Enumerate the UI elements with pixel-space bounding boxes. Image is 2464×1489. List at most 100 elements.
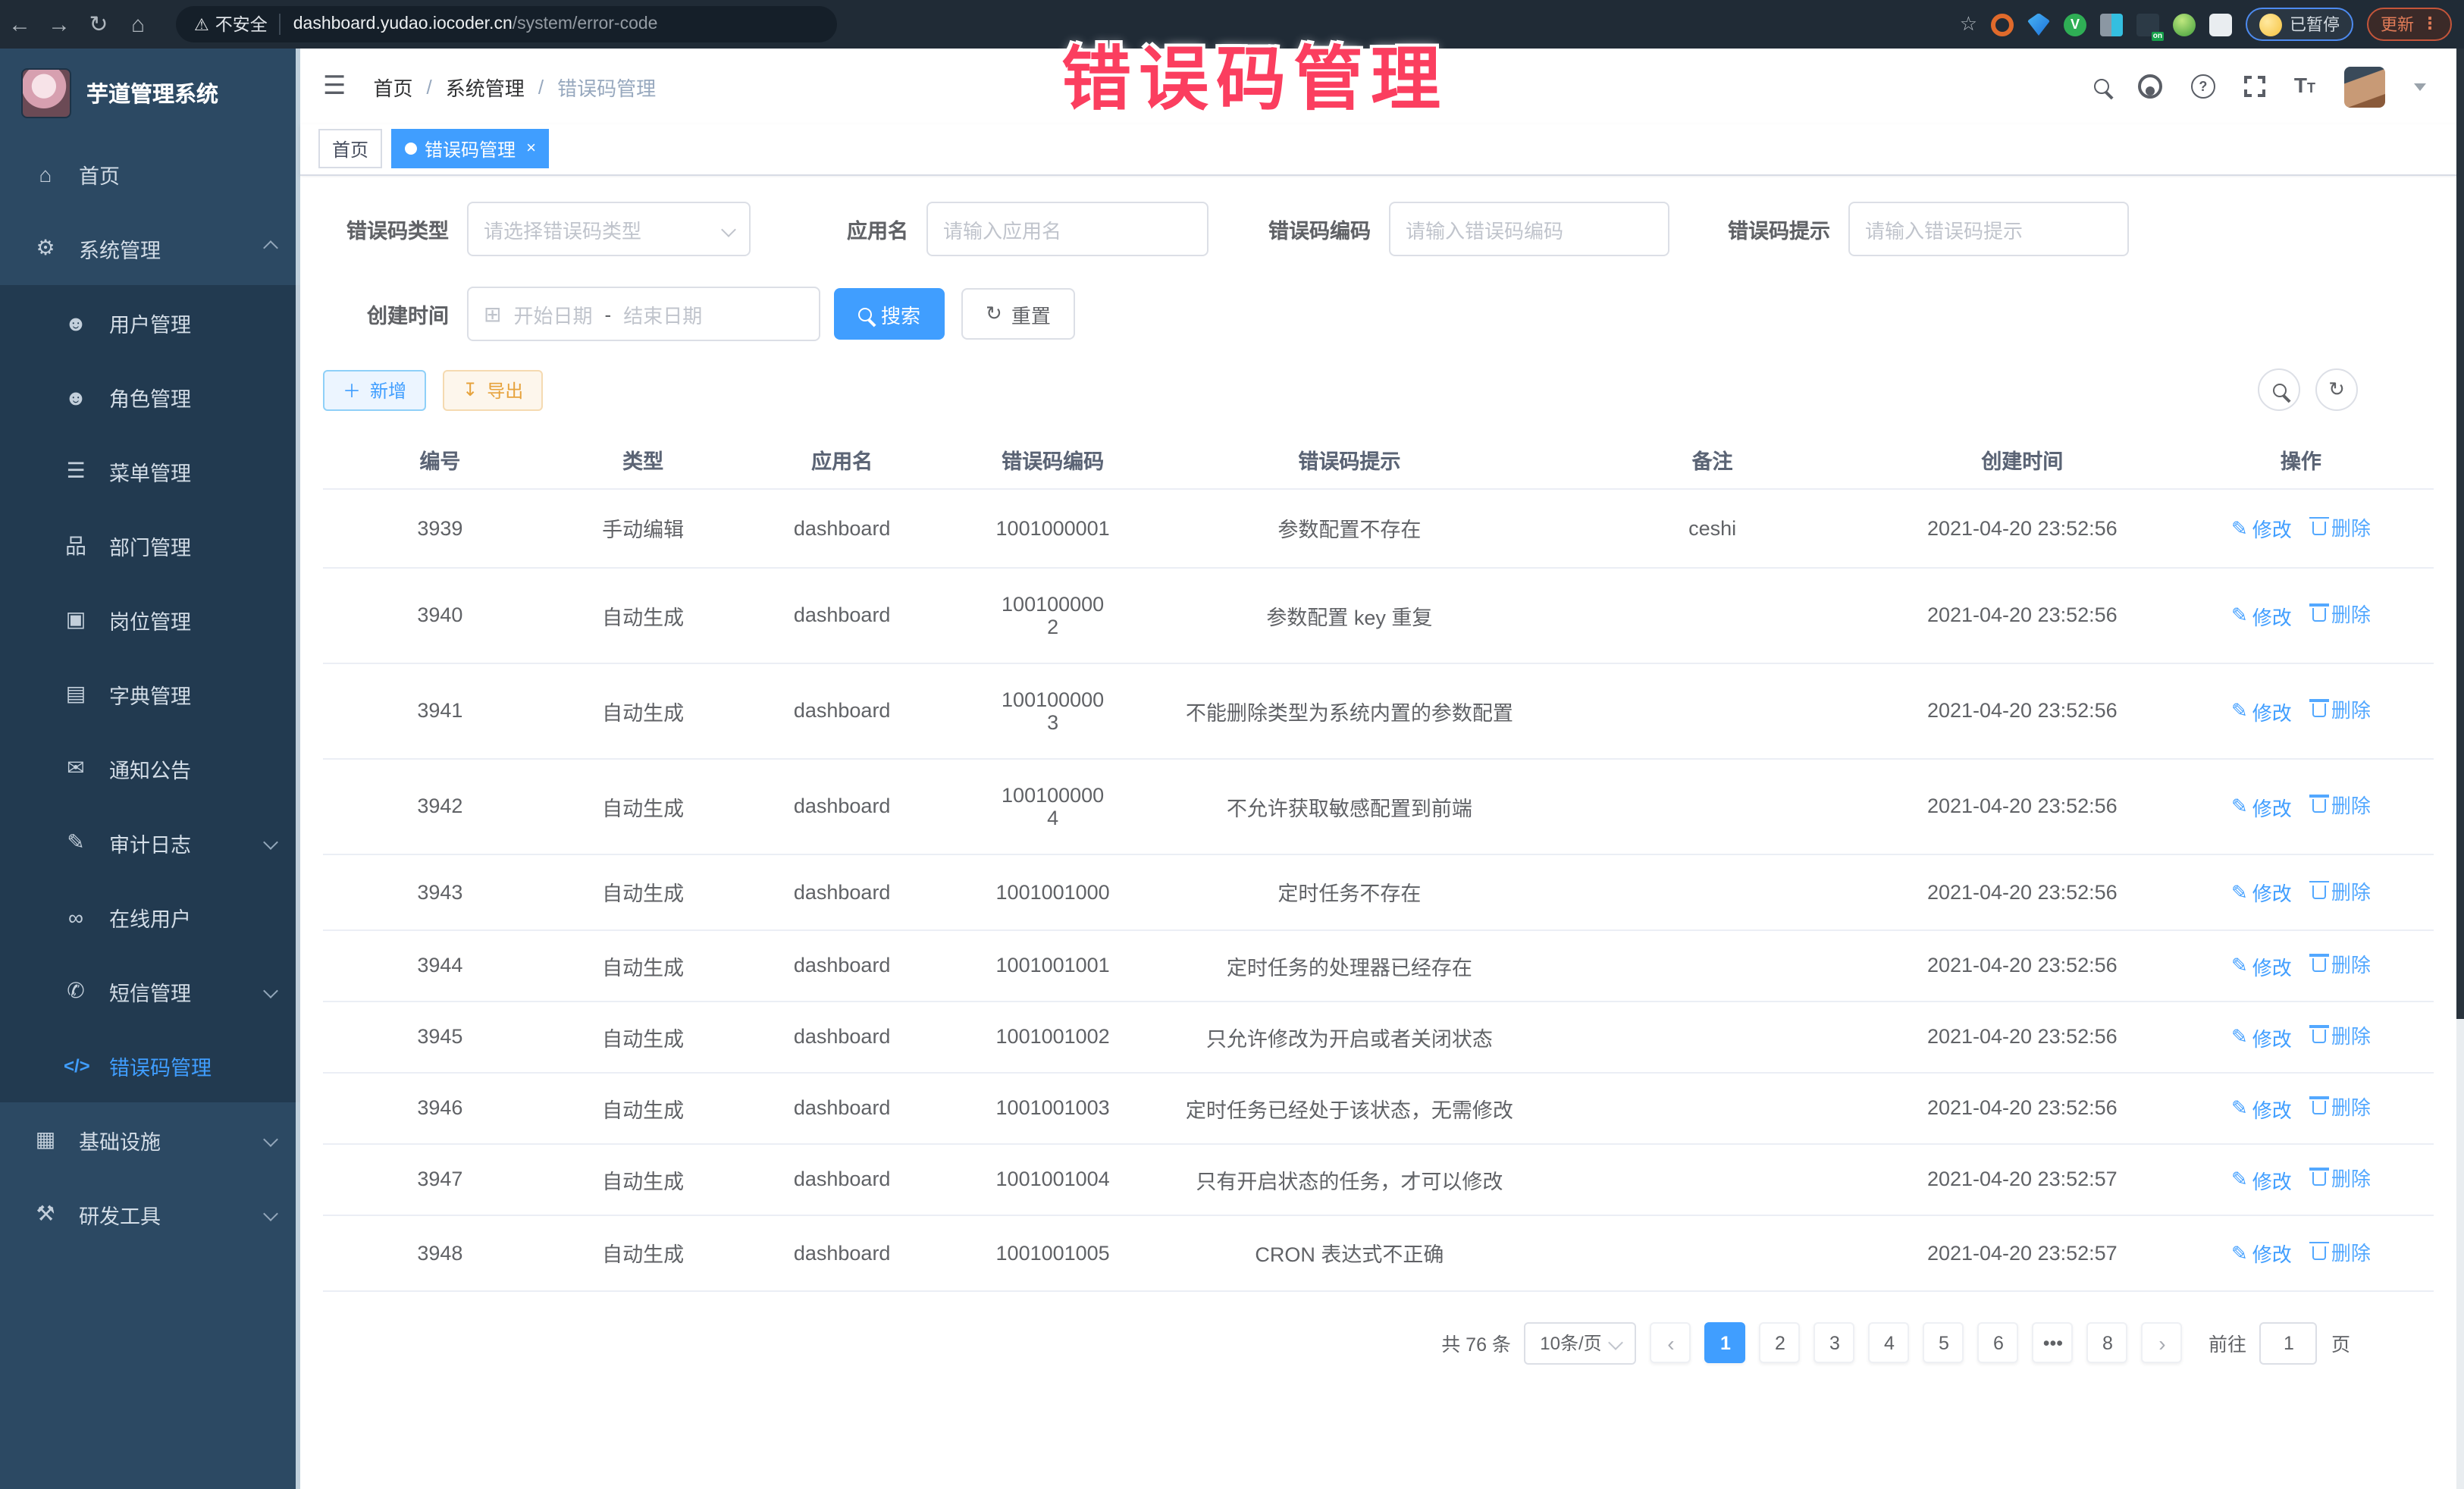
browser-menu-icon[interactable]: ⋮: [2422, 17, 2438, 32]
trash-icon: [2313, 1102, 2327, 1115]
next-page-button[interactable]: ›: [2142, 1322, 2183, 1363]
search-icon: [858, 307, 872, 321]
error-code-type-select[interactable]: 请选择错误码类型: [467, 202, 751, 256]
extension-icon[interactable]: [1991, 13, 2014, 36]
refresh-table-button[interactable]: ↻: [2315, 368, 2358, 411]
create-time-range-picker[interactable]: ⊞ 开始日期 - 结束日期: [467, 287, 820, 341]
fullscreen-icon[interactable]: [2244, 76, 2265, 97]
delete-link[interactable]: 删除: [2313, 876, 2371, 905]
app-name-input[interactable]: 请输入应用名: [926, 202, 1208, 256]
edit-link[interactable]: ✎修改: [2231, 952, 2292, 981]
reset-button[interactable]: ↻ 重置: [961, 288, 1075, 340]
sidebar-item-label: 岗位管理: [109, 604, 191, 635]
help-icon[interactable]: ?: [2191, 74, 2215, 99]
delete-link[interactable]: 删除: [2313, 1092, 2371, 1121]
sidebar-item-部门管理[interactable]: 品部门管理: [0, 508, 300, 582]
extension-icon[interactable]: V: [2064, 13, 2086, 36]
edit-link[interactable]: ✎修改: [2231, 697, 2292, 726]
error-code-input[interactable]: 请输入错误码编码: [1389, 202, 1669, 256]
edit-link[interactable]: ✎修改: [2231, 1095, 2292, 1124]
back-icon[interactable]: ←: [0, 11, 39, 37]
page-button-6[interactable]: 6: [1978, 1322, 2019, 1363]
error-message-input[interactable]: 请输入错误码提示: [1848, 202, 2129, 256]
sidebar-item-研发工具[interactable]: ⚒研发工具: [0, 1177, 300, 1251]
delete-link[interactable]: 删除: [2313, 1021, 2371, 1050]
sidebar-logo[interactable]: 芋道管理系统: [0, 49, 300, 136]
window-scrollbar[interactable]: [2456, 49, 2464, 1489]
page-button-1[interactable]: 1: [1705, 1322, 1746, 1363]
table-row: 3947自动生成dashboard1001001004只有开启状态的任务，才可以…: [323, 1143, 2434, 1215]
edit-link[interactable]: ✎修改: [2231, 602, 2292, 631]
delete-link[interactable]: 删除: [2313, 791, 2371, 820]
sidebar-item-岗位管理[interactable]: ▣岗位管理: [0, 582, 300, 657]
sidebar-item-审计日志[interactable]: ✎审计日志: [0, 805, 300, 879]
toggle-search-button[interactable]: [2258, 368, 2300, 411]
user-avatar[interactable]: [2344, 66, 2385, 107]
profile-paused-pill[interactable]: 已暂停: [2246, 8, 2353, 41]
sidebar-item-首页[interactable]: ⌂首页: [0, 136, 300, 211]
page-button-3[interactable]: 3: [1814, 1322, 1855, 1363]
update-label: 更新: [2381, 12, 2414, 36]
page-button-5[interactable]: 5: [1923, 1322, 1964, 1363]
trash-icon: [2313, 886, 2327, 899]
breadcrumb-item[interactable]: 系统管理: [446, 72, 525, 101]
sidebar-item-用户管理[interactable]: ☻用户管理: [0, 285, 300, 359]
page-button-8[interactable]: 8: [2087, 1322, 2128, 1363]
sidebar-item-基础设施[interactable]: ▦基础设施: [0, 1102, 300, 1177]
reload-icon[interactable]: ↻: [79, 11, 118, 38]
sidebar-item-字典管理[interactable]: ▤字典管理: [0, 657, 300, 731]
github-icon[interactable]: [2138, 74, 2162, 99]
delete-link[interactable]: 删除: [2313, 513, 2371, 541]
edit-link[interactable]: ✎修改: [2231, 879, 2292, 908]
edit-link[interactable]: ✎修改: [2231, 793, 2292, 822]
tab-home[interactable]: 首页: [318, 129, 382, 168]
edit-link[interactable]: ✎修改: [2231, 1240, 2292, 1268]
extension-icon[interactable]: [2100, 13, 2123, 36]
page-button-2[interactable]: 2: [1760, 1322, 1801, 1363]
sidebar-collapse-icon[interactable]: ☰: [323, 71, 346, 102]
close-tab-icon[interactable]: ×: [526, 139, 536, 158]
extensions-puzzle-icon[interactable]: [2209, 13, 2232, 36]
sidebar-item-错误码管理[interactable]: </>错误码管理: [0, 1028, 300, 1102]
add-button[interactable]: ＋新增: [323, 369, 426, 410]
sidebar-item-短信管理[interactable]: ✆短信管理: [0, 954, 300, 1028]
table-row: 3948自动生成dashboard1001001005CRON 表达式不正确20…: [323, 1215, 2434, 1290]
tab-error-code[interactable]: 错误码管理 ×: [391, 129, 550, 168]
edit-link[interactable]: ✎修改: [2231, 1166, 2292, 1195]
cell-memo: [1548, 854, 1876, 929]
sidebar-item-通知公告[interactable]: ✉通知公告: [0, 731, 300, 805]
search-button[interactable]: 搜索: [834, 288, 945, 340]
sidebar-item-菜单管理[interactable]: ☰菜单管理: [0, 434, 300, 508]
column-header-错误码提示: 错误码提示: [1150, 432, 1548, 488]
goto-page-input[interactable]: [2260, 1321, 2318, 1364]
prev-page-button[interactable]: ‹: [1651, 1322, 1691, 1363]
export-button[interactable]: ↧导出: [443, 369, 543, 410]
delete-link[interactable]: 删除: [2313, 600, 2371, 629]
address-bar[interactable]: ⚠ 不安全 dashboard.yudao.iocoder.cn/system/…: [176, 6, 837, 42]
delete-link[interactable]: 删除: [2313, 1237, 2371, 1266]
page-size-select[interactable]: 10条/页: [1525, 1321, 1637, 1364]
sidebar-item-label: 审计日志: [109, 827, 191, 857]
delete-link[interactable]: 删除: [2313, 950, 2371, 979]
delete-link[interactable]: 删除: [2313, 695, 2371, 724]
pages-ellipsis[interactable]: •••: [2033, 1322, 2074, 1363]
edit-pencil-icon: ✎: [2231, 881, 2248, 905]
edit-link[interactable]: ✎修改: [2231, 515, 2292, 544]
delete-link[interactable]: 删除: [2313, 1164, 2371, 1193]
page-button-4[interactable]: 4: [1869, 1322, 1910, 1363]
avatar-dropdown-caret-icon[interactable]: [2414, 83, 2426, 90]
forward-icon[interactable]: →: [39, 11, 79, 37]
extension-icon[interactable]: [2027, 13, 2050, 36]
sidebar-item-角色管理[interactable]: ☻角色管理: [0, 359, 300, 434]
sidebar-item-系统管理[interactable]: ⚙系统管理: [0, 211, 300, 285]
bookmark-star-icon[interactable]: ☆: [1960, 12, 1977, 36]
breadcrumb-item[interactable]: 首页: [374, 72, 413, 101]
sidebar-item-在线用户[interactable]: ∞在线用户: [0, 879, 300, 954]
browser-update-button[interactable]: 更新 ⋮: [2367, 8, 2452, 41]
home-icon[interactable]: ⌂: [118, 11, 158, 37]
search-icon[interactable]: [2094, 79, 2109, 94]
font-size-icon[interactable]: TT: [2294, 73, 2315, 100]
extension-icon[interactable]: [2173, 13, 2196, 36]
extension-icon[interactable]: on: [2136, 13, 2159, 36]
edit-link[interactable]: ✎修改: [2231, 1023, 2292, 1052]
